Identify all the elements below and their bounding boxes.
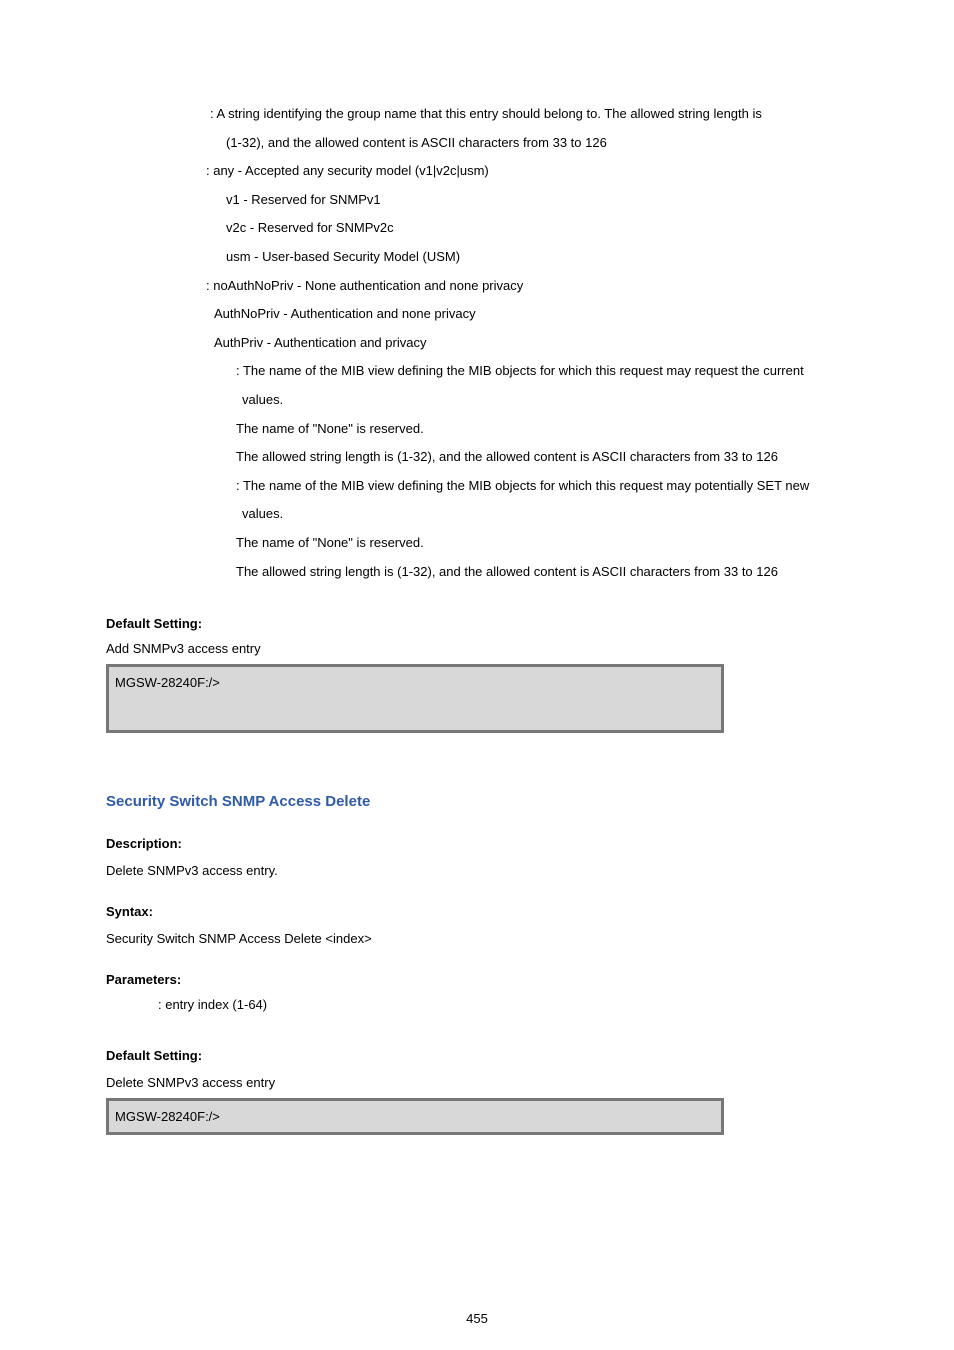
- delete-param-label: Parameters:: [106, 972, 848, 987]
- page-number: 455: [0, 1311, 954, 1326]
- param-sec-level-noauth: : noAuthNoPriv - None authentication and…: [106, 272, 848, 301]
- param-write-view-4: The allowed string length is (1-32), and…: [106, 558, 848, 587]
- param-sec-model-any: : any - Accepted any security model (v1|…: [106, 157, 848, 186]
- param-sec-level-authnopriv: AuthNoPriv - Authentication and none pri…: [106, 300, 848, 329]
- param-read-view-3: The name of "None" is reserved.: [106, 415, 848, 444]
- param-write-view-2: values.: [106, 500, 848, 529]
- delete-param-text: : entry index (1-64): [106, 997, 848, 1012]
- param-group-name-1: : A string identifying the group name th…: [106, 100, 848, 129]
- delete-code-box: MGSW-28240F:/>: [106, 1098, 724, 1135]
- parameters-block: : A string identifying the group name th…: [106, 100, 848, 586]
- add-code-box: MGSW-28240F:/>: [106, 664, 724, 733]
- delete-desc-text: Delete SNMPv3 access entry.: [106, 863, 848, 878]
- param-read-view-4: The allowed string length is (1-32), and…: [106, 443, 848, 472]
- add-default-label: Default Setting:: [106, 616, 848, 631]
- delete-default-label: Default Setting:: [106, 1048, 848, 1063]
- param-sec-model-v2c: v2c - Reserved for SNMPv2c: [106, 214, 848, 243]
- param-group-name-2: (1-32), and the allowed content is ASCII…: [106, 129, 848, 158]
- param-sec-level-authpriv: AuthPriv - Authentication and privacy: [106, 329, 848, 358]
- param-read-view-1: : The name of the MIB view defining the …: [106, 357, 848, 386]
- param-read-view-2: values.: [106, 386, 848, 415]
- delete-syntax-text: Security Switch SNMP Access Delete <inde…: [106, 931, 848, 946]
- section-title-access-delete: Security Switch SNMP Access Delete: [106, 793, 848, 810]
- param-write-view-3: The name of "None" is reserved.: [106, 529, 848, 558]
- param-sec-model-v1: v1 - Reserved for SNMPv1: [106, 186, 848, 215]
- delete-default-text: Delete SNMPv3 access entry: [106, 1075, 848, 1090]
- delete-syntax-label: Syntax:: [106, 904, 848, 919]
- delete-desc-label: Description:: [106, 836, 848, 851]
- param-write-view-1: : The name of the MIB view defining the …: [106, 472, 848, 501]
- param-sec-model-usm: usm - User-based Security Model (USM): [106, 243, 848, 272]
- add-default-text: Add SNMPv3 access entry: [106, 641, 848, 656]
